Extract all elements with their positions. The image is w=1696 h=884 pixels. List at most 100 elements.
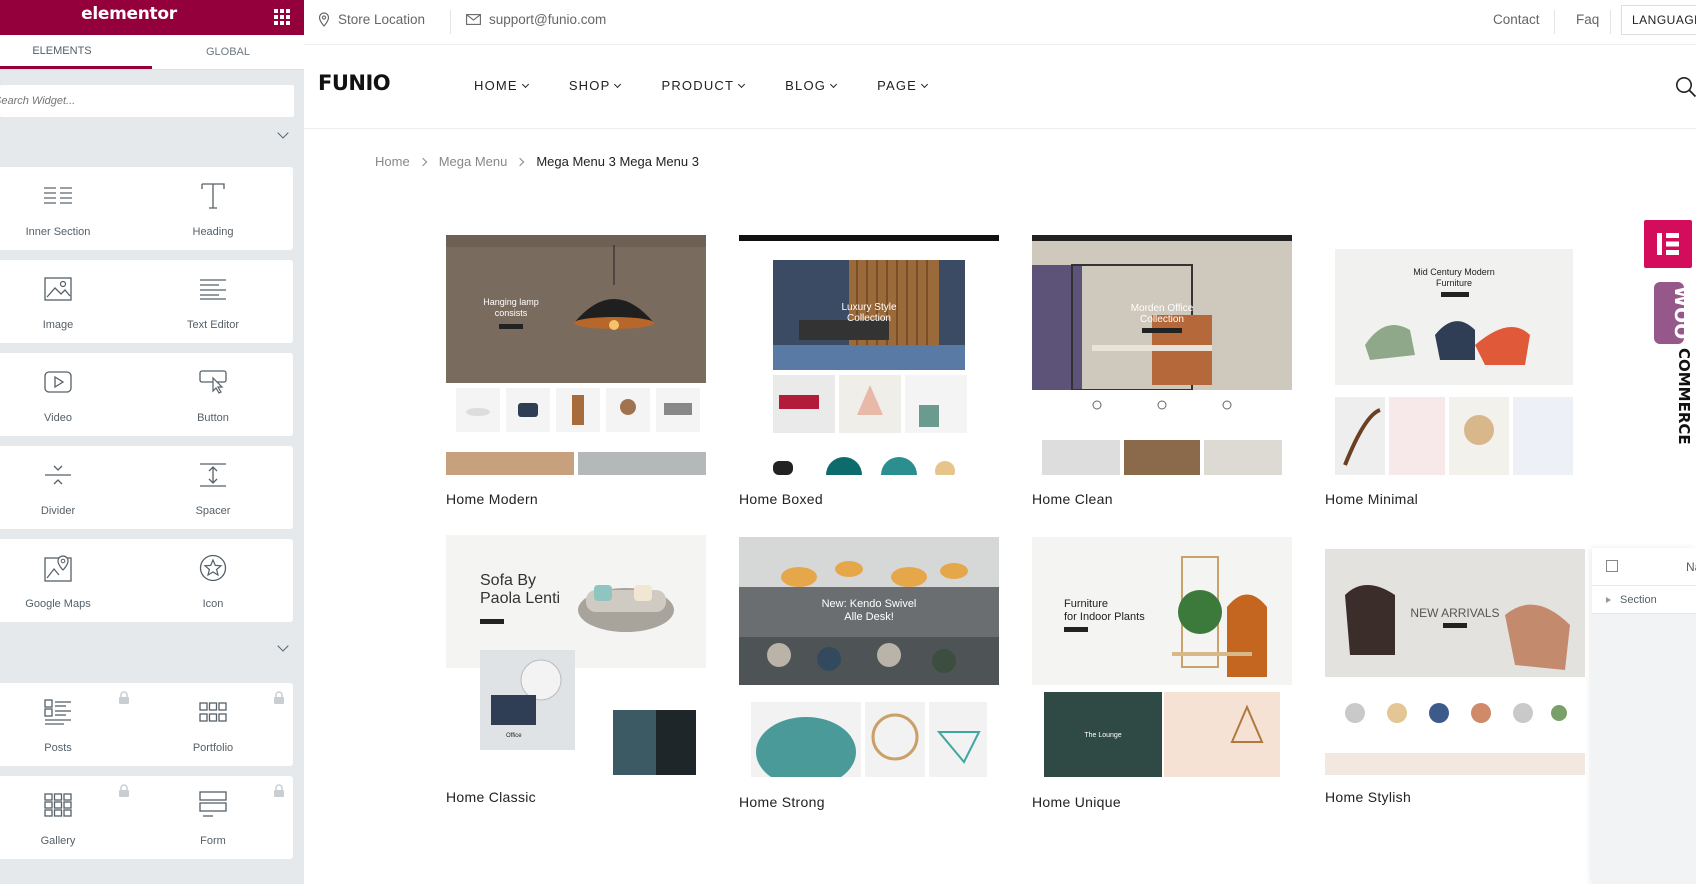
woocommerce-badge[interactable]: WOO COMMERCE: [1653, 282, 1693, 454]
menu-item-page[interactable]: PAGE: [877, 78, 929, 93]
demo-thumb-home-boxed[interactable]: Luxury Style Collection: [739, 235, 999, 475]
demo-thumb-home-minimal[interactable]: Mid Century Modern Furniture: [1325, 235, 1573, 475]
demo-title-home-classic[interactable]: Home Classic: [446, 789, 536, 805]
demo-title-home-modern[interactable]: Home Modern: [446, 491, 538, 507]
demo-thumb-home-classic[interactable]: Sofa By Paola Lenti Office: [446, 535, 706, 775]
widget-label: Portfolio: [192, 742, 234, 754]
email-link[interactable]: support@funio.com: [466, 12, 606, 27]
navigator-row-section[interactable]: Section: [1592, 586, 1696, 614]
demo-preview-image: Hanging lamp consists: [446, 235, 706, 475]
elementor-badge[interactable]: [1644, 220, 1692, 268]
widget-spacer[interactable]: Spacer: [133, 446, 293, 529]
demo-thumb-home-modern[interactable]: Hanging lamp consists: [446, 235, 706, 475]
contact-label: Contact: [1493, 12, 1540, 27]
image-icon: [42, 274, 74, 304]
panel-tabs: ELEMENTS GLOBAL: [0, 35, 304, 70]
widget-divider[interactable]: Divider: [0, 446, 138, 529]
widget-label: Text Editor: [187, 319, 239, 331]
demo-title-home-unique[interactable]: Home Unique: [1032, 794, 1121, 810]
woocommerce-logo: WOO COMMERCE: [1654, 282, 1693, 445]
search-wrap: [0, 70, 304, 117]
demo-title-home-strong[interactable]: Home Strong: [739, 794, 825, 810]
widget-video[interactable]: Video: [0, 353, 138, 436]
svg-text:Office: Office: [506, 733, 522, 739]
panel-header: elementor: [0, 0, 304, 35]
menu-label: PAGE: [877, 78, 918, 93]
svg-text:Alle Desk!: Alle Desk!: [844, 611, 894, 623]
chevron-down-icon: [921, 80, 929, 88]
demo-preview-image: Furniture for Indoor Plants The Lounge: [1032, 537, 1292, 777]
widget-image[interactable]: Image: [0, 260, 138, 343]
demo-thumb-home-clean[interactable]: Morden Office Collection: [1032, 235, 1292, 475]
chevron-right-icon: [516, 157, 525, 166]
navigator-title: Na: [1686, 560, 1696, 574]
widget-icon[interactable]: Icon: [133, 539, 293, 622]
widget-gallery[interactable]: Gallery: [0, 776, 138, 859]
menu-label: PRODUCT: [661, 78, 735, 93]
lock-icon: [273, 691, 285, 704]
site-logo[interactable]: FUNIO: [318, 71, 391, 95]
demo-title-home-boxed[interactable]: Home Boxed: [739, 491, 823, 507]
menu-item-shop[interactable]: SHOP: [569, 78, 622, 93]
widget-label: Gallery: [40, 835, 76, 847]
category-basic-toggle[interactable]: [0, 117, 304, 157]
map-pin-icon: [318, 12, 330, 27]
menu-label: HOME: [474, 78, 518, 93]
demo-title-home-clean[interactable]: Home Clean: [1032, 491, 1113, 507]
elementor-logo: elementor: [81, 4, 177, 24]
demo-thumb-home-strong[interactable]: New: Kendo Swivel Alle Desk!: [739, 537, 999, 777]
svg-text:Paola Lenti: Paola Lenti: [480, 590, 560, 607]
chevron-down-icon: [521, 80, 529, 88]
svg-text:Furniture: Furniture: [1436, 278, 1472, 288]
site-preview: Store Location support@funio.com Contact…: [304, 0, 1696, 884]
menu-item-product[interactable]: PRODUCT: [661, 78, 746, 93]
tab-elements[interactable]: ELEMENTS: [0, 35, 152, 69]
caret-right-icon: [1606, 597, 1611, 603]
widget-label: Inner Section: [25, 226, 91, 238]
demo-preview-image: Luxury Style Collection: [739, 235, 999, 475]
demo-preview-image: New: Kendo Swivel Alle Desk!: [739, 537, 999, 777]
widget-label: Icon: [202, 598, 224, 610]
chevron-down-icon: [277, 127, 289, 139]
svg-text:for Indoor Plants: for Indoor Plants: [1064, 611, 1145, 623]
chevron-down-icon: [738, 80, 746, 88]
search-widget-input[interactable]: [0, 85, 294, 117]
widget-label: Posts: [44, 742, 72, 754]
spacer-icon: [197, 460, 229, 490]
topbar: Store Location support@funio.com Contact…: [304, 0, 1696, 45]
widget-text-editor[interactable]: Text Editor: [133, 260, 293, 343]
breadcrumb-mega-menu[interactable]: Mega Menu: [439, 154, 508, 169]
widget-inner-section[interactable]: Inner Section: [0, 167, 138, 250]
menu-item-home[interactable]: HOME: [474, 78, 529, 93]
widget-google-maps[interactable]: Google Maps: [0, 539, 138, 622]
svg-text:Collection: Collection: [1140, 314, 1184, 325]
tab-global[interactable]: GLOBAL: [152, 35, 304, 69]
widget-label: Video: [44, 412, 72, 424]
demo-thumb-home-stylish[interactable]: NEW ARRIVALS: [1325, 535, 1585, 775]
hero-text: NEW ARRIVALS: [1410, 606, 1499, 620]
widget-posts[interactable]: Posts: [0, 683, 138, 766]
menu-item-blog[interactable]: BLOG: [785, 78, 838, 93]
search-icon[interactable]: [1675, 76, 1696, 103]
demo-title-home-stylish[interactable]: Home Stylish: [1325, 789, 1411, 805]
widget-label: Google Maps: [25, 598, 91, 610]
tab-elements-label: ELEMENTS: [32, 45, 92, 57]
contact-link[interactable]: Contact: [1493, 12, 1540, 27]
category-pro-toggle[interactable]: [0, 630, 304, 670]
language-selector[interactable]: LANGUAGE: [1621, 5, 1696, 35]
svg-text:COMMERCE: COMMERCE: [1675, 348, 1691, 445]
demo-thumb-home-unique[interactable]: Furniture for Indoor Plants The Lounge: [1032, 537, 1292, 777]
store-location-link[interactable]: Store Location: [318, 12, 425, 27]
breadcrumb-home[interactable]: Home: [375, 154, 410, 169]
faq-link[interactable]: Faq: [1576, 12, 1599, 27]
navigator-header[interactable]: Na: [1592, 548, 1696, 586]
store-location-label: Store Location: [338, 12, 426, 27]
widget-button[interactable]: Button: [133, 353, 293, 436]
widget-portfolio[interactable]: Portfolio: [133, 683, 293, 766]
widget-heading[interactable]: Heading: [133, 167, 293, 250]
apps-grid-icon[interactable]: [274, 9, 290, 25]
hero-text: Mid Century Modern: [1413, 267, 1495, 277]
demo-title-home-minimal[interactable]: Home Minimal: [1325, 491, 1418, 507]
hero-text: Sofa By: [480, 572, 536, 589]
widget-form[interactable]: Form: [133, 776, 293, 859]
